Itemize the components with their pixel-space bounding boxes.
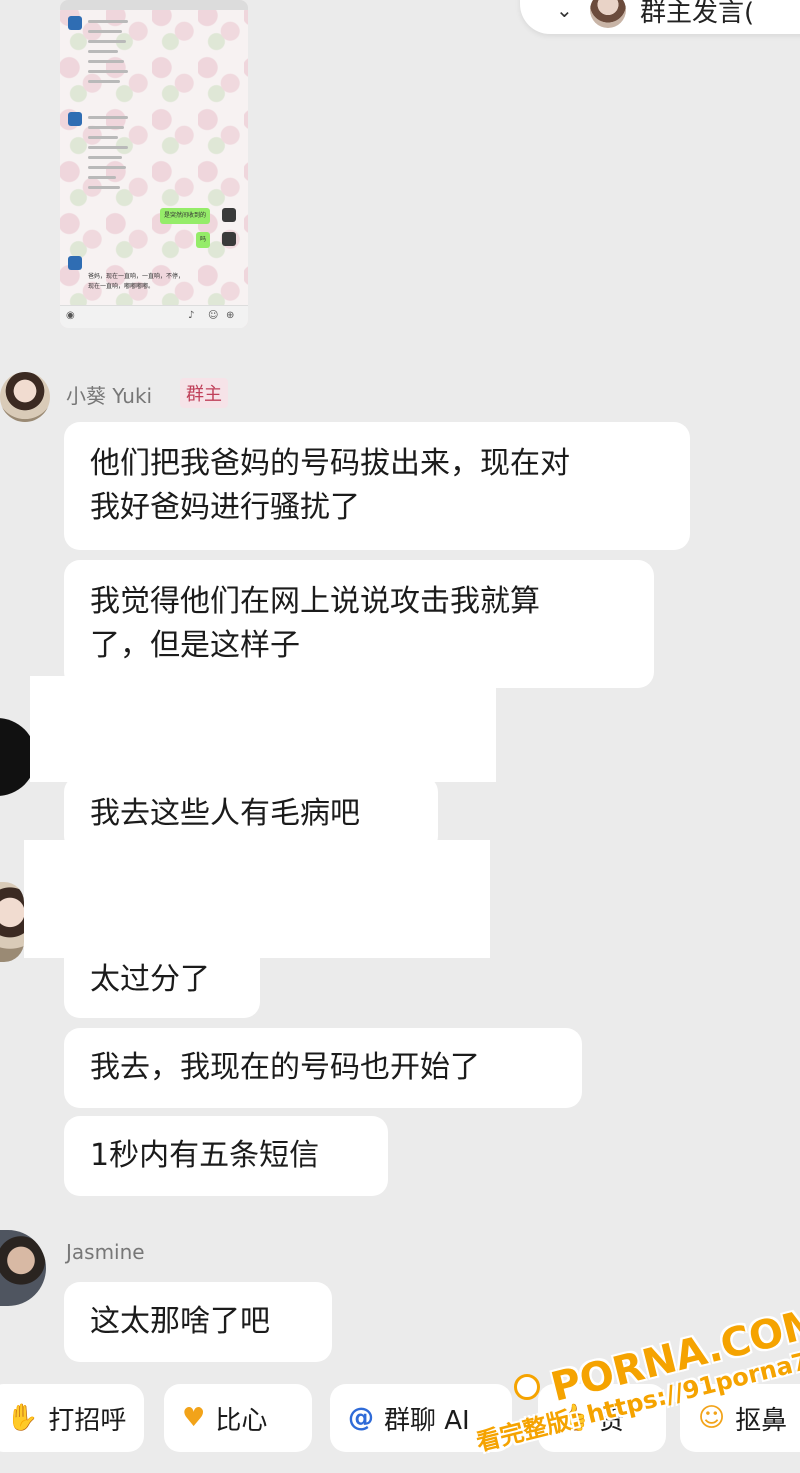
thumb-input-bar: ◉ ♪ ☺ ⊕ (60, 305, 248, 328)
message-bubble[interactable]: 他们把我爸妈的号码拔出来，现在对 我好爸妈进行骚扰了 (64, 422, 690, 550)
wave-emoji-icon: ✋ (6, 1403, 39, 1433)
nose-pick-emoji-icon: ☺ (698, 1403, 726, 1433)
thumb-avatar (68, 16, 82, 30)
avatar-yuki[interactable] (0, 372, 50, 422)
avatar (590, 0, 626, 28)
at-icon: @ (348, 1403, 374, 1433)
message-bubble[interactable]: 我觉得他们在网上说说攻击我就算 了，但是这样子 (64, 560, 654, 688)
thumb-avatar (68, 112, 82, 126)
sender-name: Jasmine (66, 1240, 145, 1264)
redaction-block (30, 676, 496, 782)
emoji-icon: ☺ (208, 310, 219, 321)
message-bubble[interactable]: 太过分了 (64, 942, 260, 1018)
redaction-block (24, 840, 490, 958)
message-bubble[interactable]: 我去，我现在的号码也开始了 (64, 1028, 582, 1108)
shared-screenshot-image[interactable]: 是突然间收到的 吗 爸妈，现在一直响，一直响，不停， 现在一直响，嘟嘟嘟嘟。 ◉… (60, 0, 248, 328)
avatar-jasmine[interactable] (0, 1230, 46, 1306)
blurred-strip (60, 0, 248, 10)
quick-action-greet[interactable]: ✋ 打招呼 (0, 1384, 144, 1452)
thumb-sent-bubble: 是突然间收到的 (160, 208, 211, 224)
plus-icon: ⊕ (226, 310, 235, 321)
heart-hand-emoji-icon: ♥ (182, 1403, 206, 1433)
quick-action-heart[interactable]: ♥ 比心 (164, 1384, 312, 1452)
message-bubble[interactable]: 1秒内有五条短信 (64, 1116, 388, 1196)
top-announcement-pill[interactable]: ⌄ 群主发言( (520, 0, 800, 34)
owner-badge: 群主 (180, 378, 228, 408)
avatar-redacted[interactable] (0, 882, 24, 962)
watermark-logo-icon (514, 1374, 540, 1400)
chevron-down-icon: ⌄ (556, 0, 573, 22)
mic-icon: ♪ (188, 310, 195, 321)
thumb-sent-bubble: 吗 (196, 232, 211, 248)
top-pill-label: 群主发言( (640, 0, 755, 28)
message-bubble[interactable]: 这太那啥了吧 (64, 1282, 332, 1362)
voice-icon: ◉ (66, 310, 75, 321)
thumb-avatar (68, 256, 82, 270)
sender-name: 小葵 Yuki (66, 384, 153, 408)
